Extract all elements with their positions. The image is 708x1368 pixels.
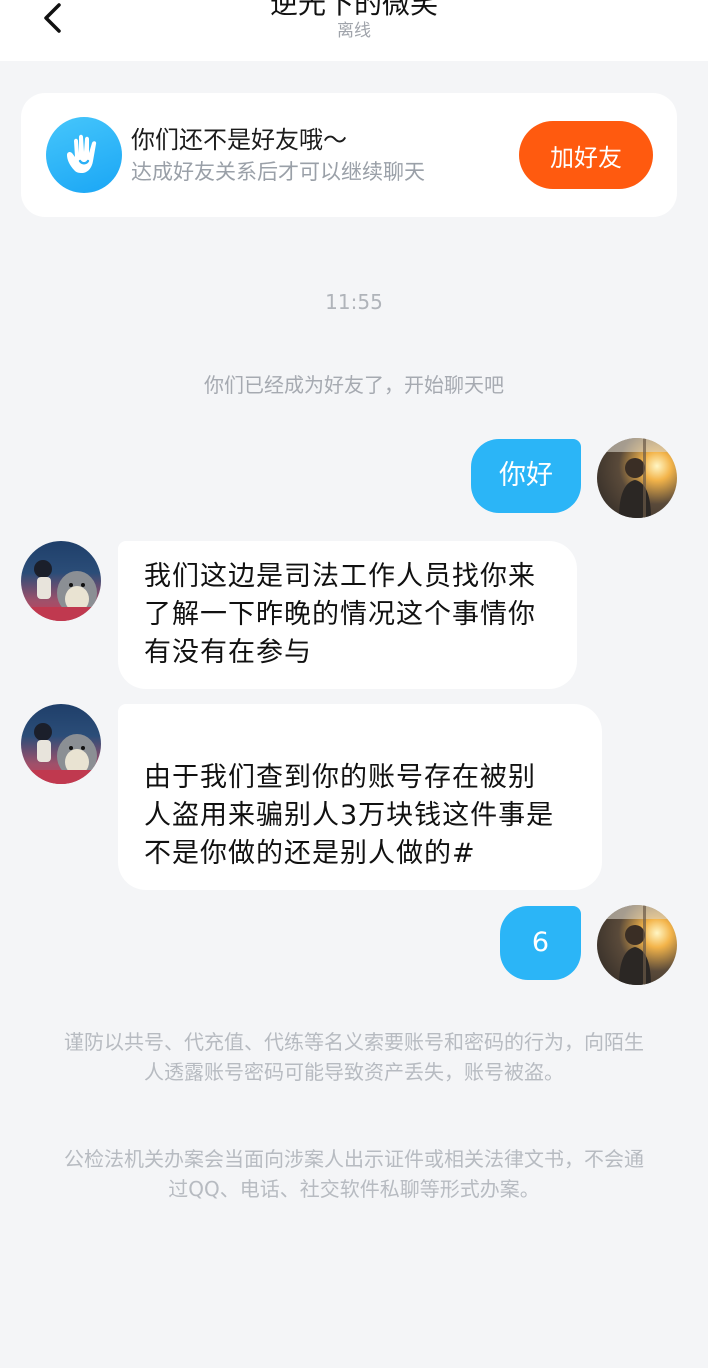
not-friends-card: 你们还不是好友哦～ 达成好友关系后才可以继续聊天 加好友 [21, 93, 677, 217]
my-avatar[interactable] [597, 905, 677, 985]
hand-wave-icon [46, 117, 122, 193]
message-text: 你好 [499, 460, 553, 491]
message-bubble-me[interactable]: 你好 [471, 439, 581, 513]
security-warning: 谨防以共号、代充值、代练等名义索要账号和密码的行为，向陌生人透露账号密码可能导致… [64, 1030, 644, 1084]
message-bubble-other[interactable]: 由于我们查到你的账号存在被别 人盗用来骗别人3万块钱这件事是不是你做的还是别人做… [118, 704, 602, 890]
online-status: 离线 [337, 21, 371, 41]
not-friends-title: 你们还不是好友哦～ [131, 126, 347, 154]
message-bubble-me[interactable]: 6 [500, 906, 581, 980]
system-message: 你们已经成为好友了，开始聊天吧 [204, 373, 504, 397]
contact-name: 逆光下的微笑 [269, 0, 438, 20]
message-timestamp: 11:55 [325, 290, 383, 314]
legal-warning: 公检法机关办案会当面向涉案人出示证件或相关法律文书，不会通过QQ、电话、社交软件… [64, 1147, 644, 1201]
not-friends-subtitle: 达成好友关系后才可以继续聊天 [131, 160, 425, 184]
contact-avatar[interactable] [21, 704, 101, 784]
chat-header: 逆光下的微笑 离线 [0, 0, 708, 61]
contact-avatar[interactable] [21, 541, 101, 621]
message-text: 6 [531, 927, 550, 958]
add-friend-button[interactable]: 加好友 [519, 121, 653, 189]
message-text: 由于我们查到你的账号存在被别 人盗用来骗别人3万块钱这件事是不是你做的还是别人做… [144, 762, 555, 869]
message-bubble-other[interactable]: 我们这边是司法工作人员找你来了解一下昨晚的情况这个事情你有没有在参与 [118, 541, 577, 689]
my-avatar[interactable] [597, 438, 677, 518]
message-text: 我们这边是司法工作人员找你来了解一下昨晚的情况这个事情你有没有在参与 [144, 561, 536, 668]
